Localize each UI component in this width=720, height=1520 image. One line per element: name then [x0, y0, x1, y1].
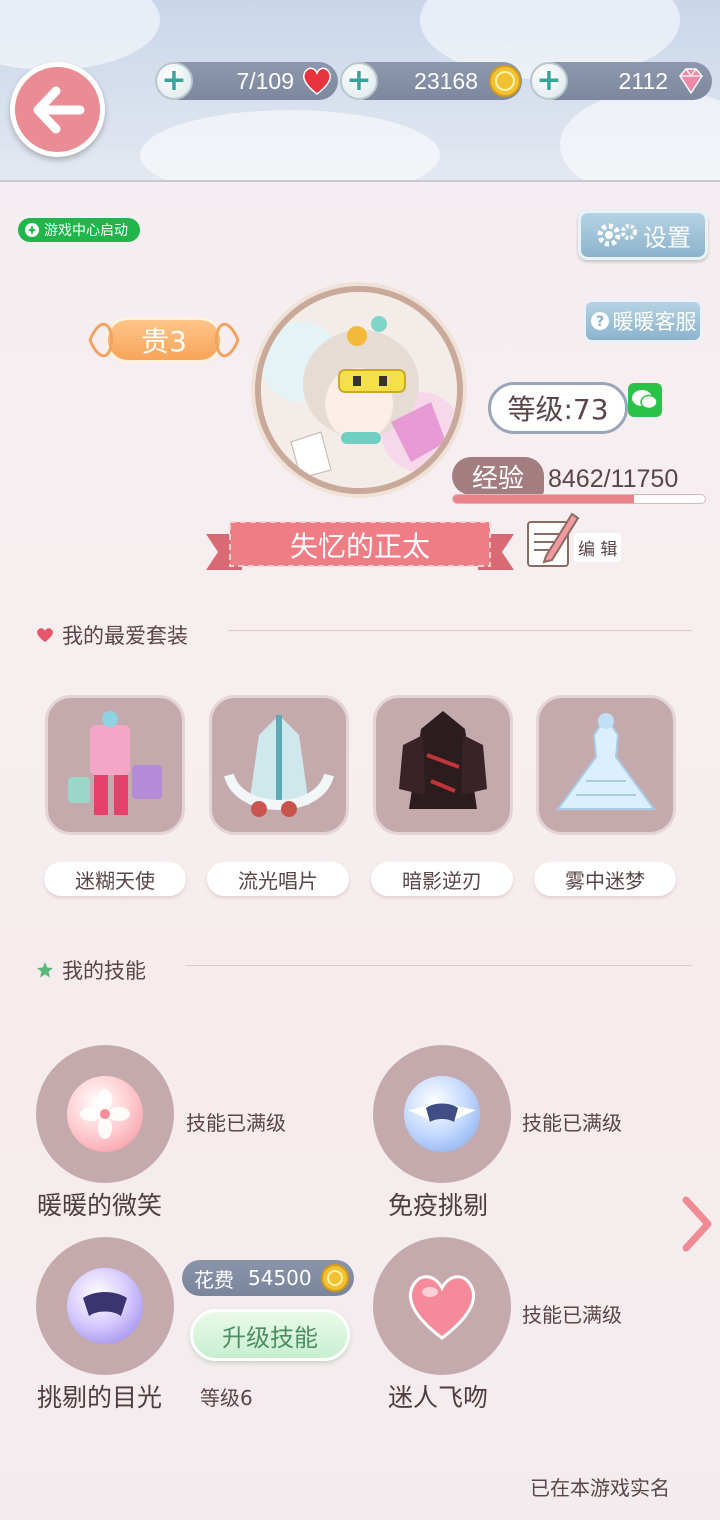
- exp-label: 经验: [452, 457, 544, 495]
- exp-value: 8462/11750: [548, 465, 679, 493]
- upgrade-label: 升级技能: [222, 1323, 318, 1352]
- player-level: 等级:73: [488, 382, 628, 434]
- winged-mask-icon: [408, 1103, 476, 1122]
- heart-icon: [409, 1275, 475, 1340]
- skill-icon-critical-eye[interactable]: [36, 1237, 174, 1375]
- section-divider: [186, 965, 692, 966]
- section-divider: [228, 630, 692, 631]
- avatar[interactable]: [255, 286, 463, 494]
- outfit-shadow-icon: [399, 711, 487, 809]
- exp-progress-bar: [452, 494, 706, 504]
- skill-name-smile: 暖暖的微笑: [37, 1191, 163, 1220]
- skills-section-title: 我的技能: [36, 955, 146, 985]
- character-portrait-icon: [261, 292, 457, 488]
- chevron-right-icon[interactable]: [680, 1196, 714, 1252]
- skill-name-kiss: 迷人飞吻: [388, 1383, 489, 1412]
- suit-card-3[interactable]: [373, 695, 513, 835]
- question-icon: ?: [590, 312, 609, 330]
- customer-service-button[interactable]: ? 暖暖客服: [584, 300, 702, 342]
- stamina-value: 7/109: [236, 67, 294, 94]
- edit-label: 编 辑: [574, 533, 622, 562]
- outfit-dream-icon: [556, 713, 656, 810]
- favorites-title: 我的最爱套装: [62, 624, 188, 648]
- coin-icon: [321, 1264, 349, 1292]
- coin-icon: [489, 65, 521, 97]
- vip-frame-icon: [88, 322, 240, 358]
- settings-label: 设置: [643, 223, 691, 252]
- svg-text:?: ?: [595, 314, 603, 330]
- skill-icon-kiss[interactable]: [373, 1237, 511, 1375]
- skill-icon-immune[interactable]: [373, 1045, 511, 1183]
- skill-status-kiss: 技能已满级: [522, 1303, 622, 1327]
- skill-status-smile: 技能已满级: [186, 1111, 286, 1135]
- game-center-label: 游戏中心启动: [44, 223, 128, 239]
- game-center-badge[interactable]: 游戏中心启动: [18, 218, 140, 242]
- player-name: 失忆的正太: [289, 530, 430, 563]
- diamond-value: 2112: [618, 67, 668, 94]
- add-gold-button[interactable]: +: [340, 62, 378, 100]
- suit-card-2[interactable]: [209, 695, 349, 835]
- add-diamond-button[interactable]: +: [530, 62, 568, 100]
- exp-progress-fill: [453, 495, 635, 503]
- cost-label: 花费: [194, 1267, 234, 1292]
- sakura-icon: [80, 1089, 130, 1139]
- suit-label-4[interactable]: 雾中迷梦: [534, 862, 676, 896]
- skills-title: 我的技能: [62, 959, 146, 983]
- suit-label-2[interactable]: 流光唱片: [207, 862, 349, 896]
- diamond-icon: [679, 68, 703, 95]
- heart-icon: [303, 67, 331, 95]
- upgrade-cost: 花费 54500: [182, 1260, 354, 1296]
- back-button[interactable]: [10, 62, 105, 157]
- heart-icon: [37, 628, 53, 642]
- service-label: 暖暖客服: [612, 310, 697, 334]
- vip-badge[interactable]: 贵3: [86, 312, 242, 368]
- skill-name-critical-eye: 挑剔的目光: [37, 1383, 163, 1412]
- upgrade-skill-button[interactable]: 升级技能: [190, 1309, 350, 1361]
- skill-status-immune: 技能已满级: [522, 1111, 622, 1135]
- mask-icon: [83, 1292, 127, 1316]
- settings-button[interactable]: 设置: [578, 210, 708, 260]
- suit-card-1[interactable]: [45, 695, 185, 835]
- skill-name-immune: 免疫挑剔: [388, 1191, 489, 1220]
- gold-value: 23168: [414, 67, 478, 94]
- star-icon: [37, 962, 53, 978]
- realname-status: 已在本游戏实名: [530, 1476, 670, 1500]
- suit-label-3[interactable]: 暗影逆刃: [371, 862, 513, 896]
- skill-icon-smile[interactable]: [36, 1045, 174, 1183]
- favorites-section-title: 我的最爱套装: [36, 620, 188, 650]
- wechat-icon[interactable]: [628, 383, 662, 417]
- cost-value: 54500: [248, 1266, 312, 1290]
- skill-level-critical-eye: 等级6: [200, 1386, 253, 1410]
- suit-label-1[interactable]: 迷糊天使: [44, 862, 186, 896]
- gear-icon: [597, 223, 637, 247]
- back-arrow-icon: [33, 86, 84, 133]
- outfit-angel-icon: [68, 711, 162, 815]
- outfit-record-icon: [224, 715, 334, 817]
- suit-card-4[interactable]: [536, 695, 676, 835]
- game-center-icon: [25, 223, 39, 237]
- add-stamina-button[interactable]: +: [155, 62, 193, 100]
